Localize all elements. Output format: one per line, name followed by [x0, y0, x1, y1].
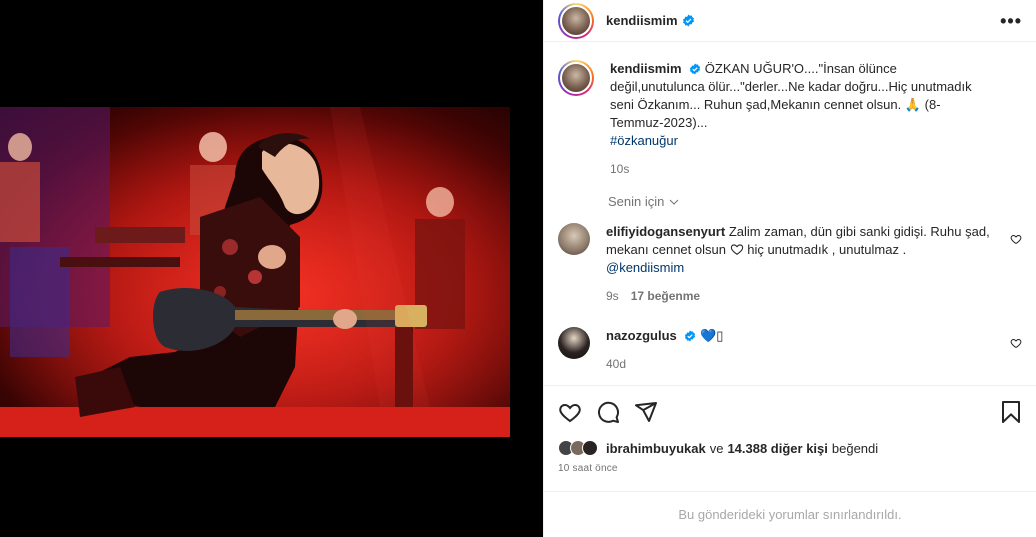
- hashtag-link[interactable]: #özkanuğur: [610, 133, 678, 148]
- verified-icon: [682, 14, 694, 27]
- liked-by-others[interactable]: 14.388 diğer kişi: [727, 441, 827, 456]
- commenter-username[interactable]: elifiyidogansenyurt: [606, 224, 725, 239]
- blue-heart-emoji: 💙: [700, 328, 717, 343]
- caption-author-avatar[interactable]: [558, 60, 594, 96]
- chevron-down-icon: [670, 199, 679, 205]
- like-comment-heart-icon[interactable]: [1010, 233, 1022, 245]
- comments-limited-notice: Bu gönderideki yorumlar sınırlandırıldı.: [544, 491, 1036, 537]
- comment-likes[interactable]: 17 beğenme: [631, 287, 700, 305]
- liked-by-connector: ve: [709, 440, 724, 456]
- caption-meta: 10s: [610, 160, 990, 178]
- author-avatar[interactable]: [558, 2, 594, 39]
- caption-text-block: kendiismim ÖZKAN UĞUR'O...."İnsan ölünce…: [610, 60, 990, 178]
- verified-icon: [690, 63, 701, 75]
- heart-outline-icon: [730, 244, 743, 255]
- liked-by-suffix: beğendi: [831, 440, 879, 456]
- liker-avatars: [558, 440, 598, 456]
- comment-item: nazozgulus 💙▯ 40d: [558, 327, 1022, 373]
- concert-photo: [0, 107, 510, 437]
- liker-avatar: [582, 440, 598, 456]
- post-modal: kendiismim ••• kendiismim ÖZKAN UĞUR'O..…: [0, 0, 1036, 537]
- pray-emoji: 🙏: [904, 97, 922, 112]
- caption-time[interactable]: 10s: [610, 160, 629, 178]
- comment-meta: 40d: [606, 355, 986, 373]
- commenter-avatar[interactable]: [558, 327, 590, 359]
- commenter-username[interactable]: nazozgulus: [606, 328, 677, 343]
- heart-icon[interactable]: [558, 400, 582, 424]
- liked-by-row: ibrahimbuyukak ve 14.388 diğer kişi beğe…: [544, 437, 1036, 459]
- post-header: kendiismim •••: [544, 0, 1036, 42]
- comment-text-tail: hiç unutmadık , unutulmaz .: [747, 242, 907, 257]
- like-comment-heart-icon[interactable]: [1010, 337, 1022, 349]
- post-sidebar: kendiismim ••• kendiismim ÖZKAN UĞUR'O..…: [543, 0, 1036, 537]
- liker-username[interactable]: ibrahimbuyukak: [606, 441, 706, 456]
- mention-link[interactable]: @kendiismim: [606, 260, 684, 275]
- post-timestamp[interactable]: 10 saat önce: [544, 459, 1036, 474]
- comment-sort-dropdown[interactable]: Senin için: [608, 194, 1022, 209]
- more-options-icon[interactable]: •••: [1000, 12, 1022, 30]
- comment-time[interactable]: 40d: [606, 355, 626, 373]
- author-username[interactable]: kendiismim: [606, 13, 678, 28]
- sort-label[interactable]: Senin için: [608, 194, 664, 209]
- comment-item: elifiyidogansenyurt Zalim zaman, dün gib…: [558, 223, 1022, 305]
- post-actions-bar: [544, 385, 1036, 437]
- caption-author[interactable]: kendiismim: [610, 61, 682, 76]
- bookmark-icon[interactable]: [1000, 400, 1022, 424]
- share-icon[interactable]: [634, 400, 658, 424]
- comment-time[interactable]: 9s: [606, 287, 619, 305]
- comments-list[interactable]: kendiismim ÖZKAN UĞUR'O...."İnsan ölünce…: [544, 42, 1036, 385]
- missing-glyph: ▯: [716, 328, 724, 343]
- commenter-avatar[interactable]: [558, 223, 590, 255]
- comment-text-block: nazozgulus 💙▯ 40d: [606, 327, 986, 373]
- verified-icon: [685, 330, 696, 342]
- comment-text-block: elifiyidogansenyurt Zalim zaman, dün gib…: [606, 223, 991, 305]
- comment-icon[interactable]: [596, 400, 620, 424]
- post-media[interactable]: [0, 0, 543, 537]
- comment-meta: 9s 17 beğenme: [606, 287, 991, 305]
- caption-row: kendiismim ÖZKAN UĞUR'O...."İnsan ölünce…: [558, 60, 1022, 178]
